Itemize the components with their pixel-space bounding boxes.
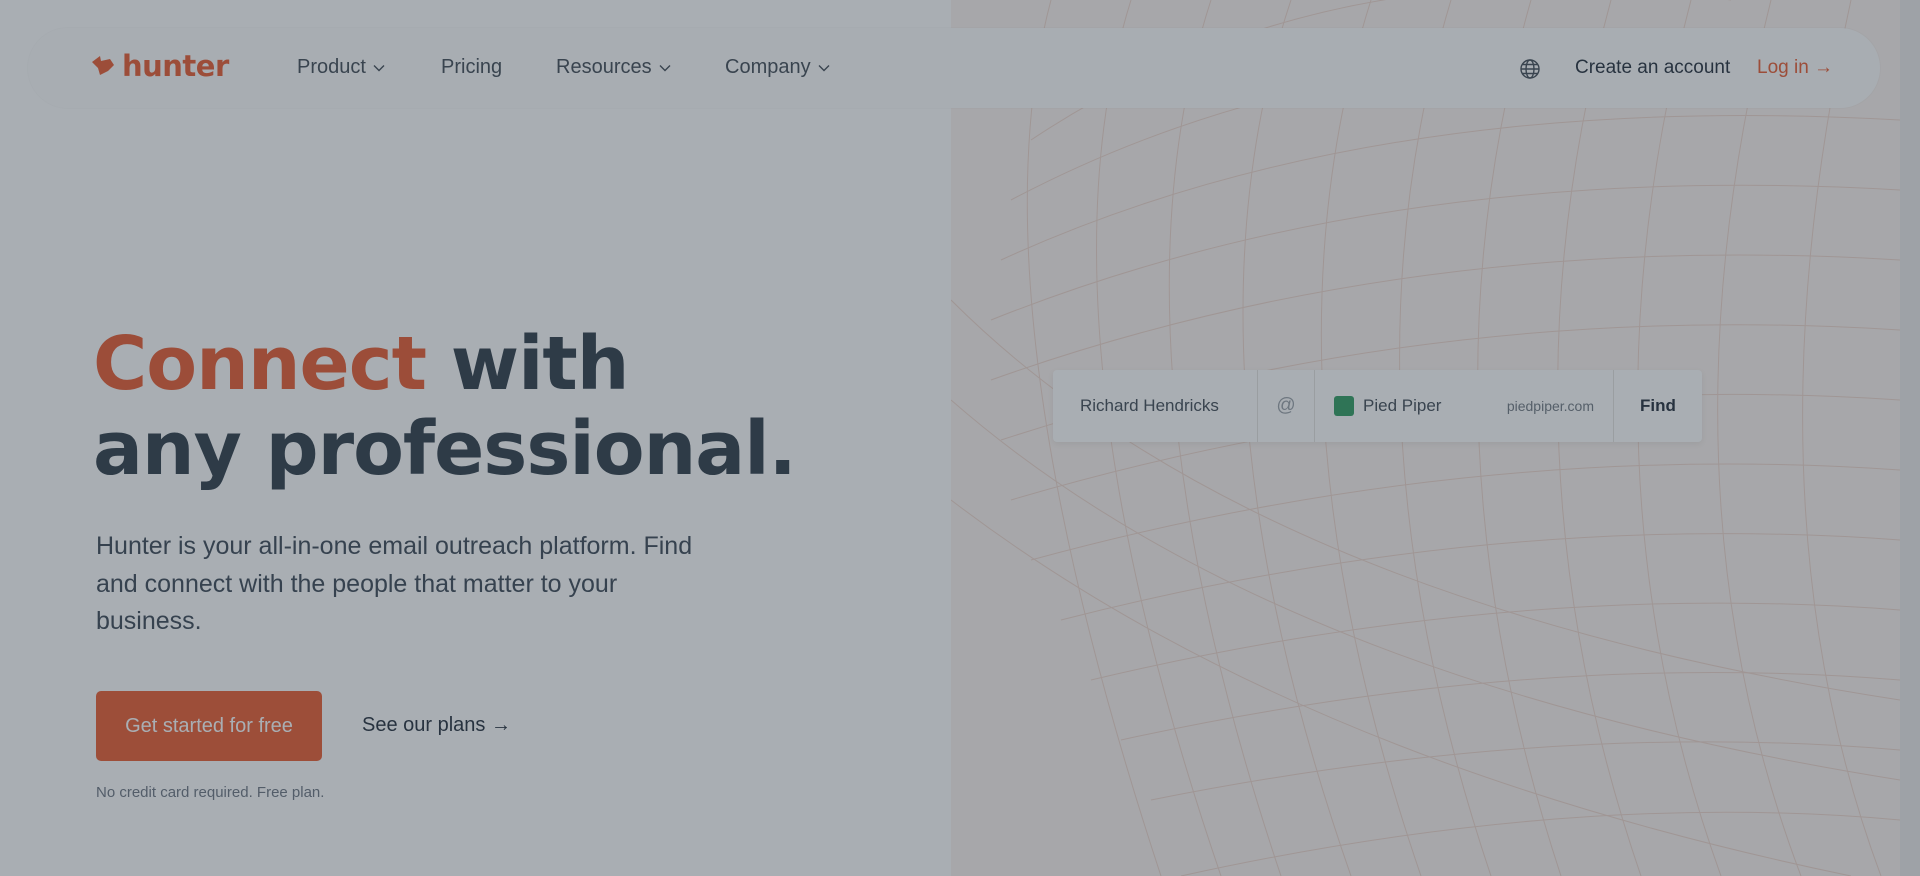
modal-dim-overlay[interactable] xyxy=(0,0,1920,876)
page: hunter Product Pricing Resources Company… xyxy=(0,0,1920,876)
